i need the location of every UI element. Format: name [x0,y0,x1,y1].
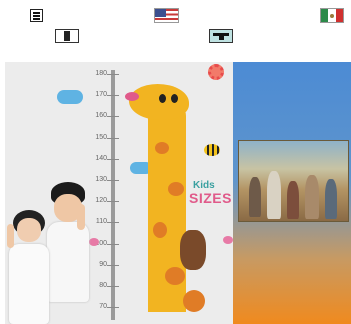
ruler-tick [107,158,119,160]
cloud-decoration [57,90,83,104]
print-icon[interactable] [55,29,79,43]
giraffe-spot [183,290,205,312]
painting-image [238,140,349,222]
giraffe-spot [168,182,184,196]
giraffe-spot [165,267,185,285]
ruler-tick [107,201,119,203]
giraffe-spot [153,222,167,238]
ruler-tick [107,116,119,118]
ruler-tick-label: 180 [95,70,107,77]
ruler-tick [107,243,119,245]
ruler-tick [107,222,119,224]
display-mode-icon[interactable] [209,29,233,43]
sun-decoration [208,64,224,80]
us-flag-icon[interactable] [154,8,179,23]
height-ruler [111,70,115,320]
ruler-tick [107,74,119,75]
ruler-tick [107,180,119,181]
ruler-tick [107,137,119,139]
giraffe-head [129,84,189,120]
ruler-tick-label: 170 [95,91,107,99]
ruler-tick-label: 160 [95,112,107,120]
ruler-tick [107,286,119,287]
ruler-tick-label: 120 [95,197,107,205]
giraffe-spot [155,142,169,154]
ruler-tick-label: 150 [95,133,107,141]
girl-figure [7,210,49,324]
boy-figure [45,182,91,324]
height-chart-image: 180 170 160 150 140 130 120 110 100 90 80 70 Kids S… [5,62,233,324]
ruler-tick-label: 80 [99,282,107,289]
bird-decoration [125,92,139,101]
ruler-tick-label: 130 [95,176,107,183]
flower-decoration [223,236,233,244]
ruler-tick-label: 70 [99,303,107,311]
ruler-tick-label: 110 [95,218,107,226]
bee-decoration [204,144,220,156]
monkey-decoration [180,230,206,270]
ruler-tick [107,307,119,309]
ruler-tick [107,95,119,97]
mexico-flag-icon[interactable] [320,8,344,23]
toolbar [0,0,351,50]
page: 180 170 160 150 140 130 120 110 100 90 80 70 Kids S… [0,0,351,324]
sizes-label: SIZES [189,190,232,206]
hamburger-menu-icon[interactable] [30,9,43,22]
ruler-tick-label: 140 [95,154,107,162]
ruler-tick [107,264,119,266]
ruler-tick-label: 90 [99,260,107,268]
